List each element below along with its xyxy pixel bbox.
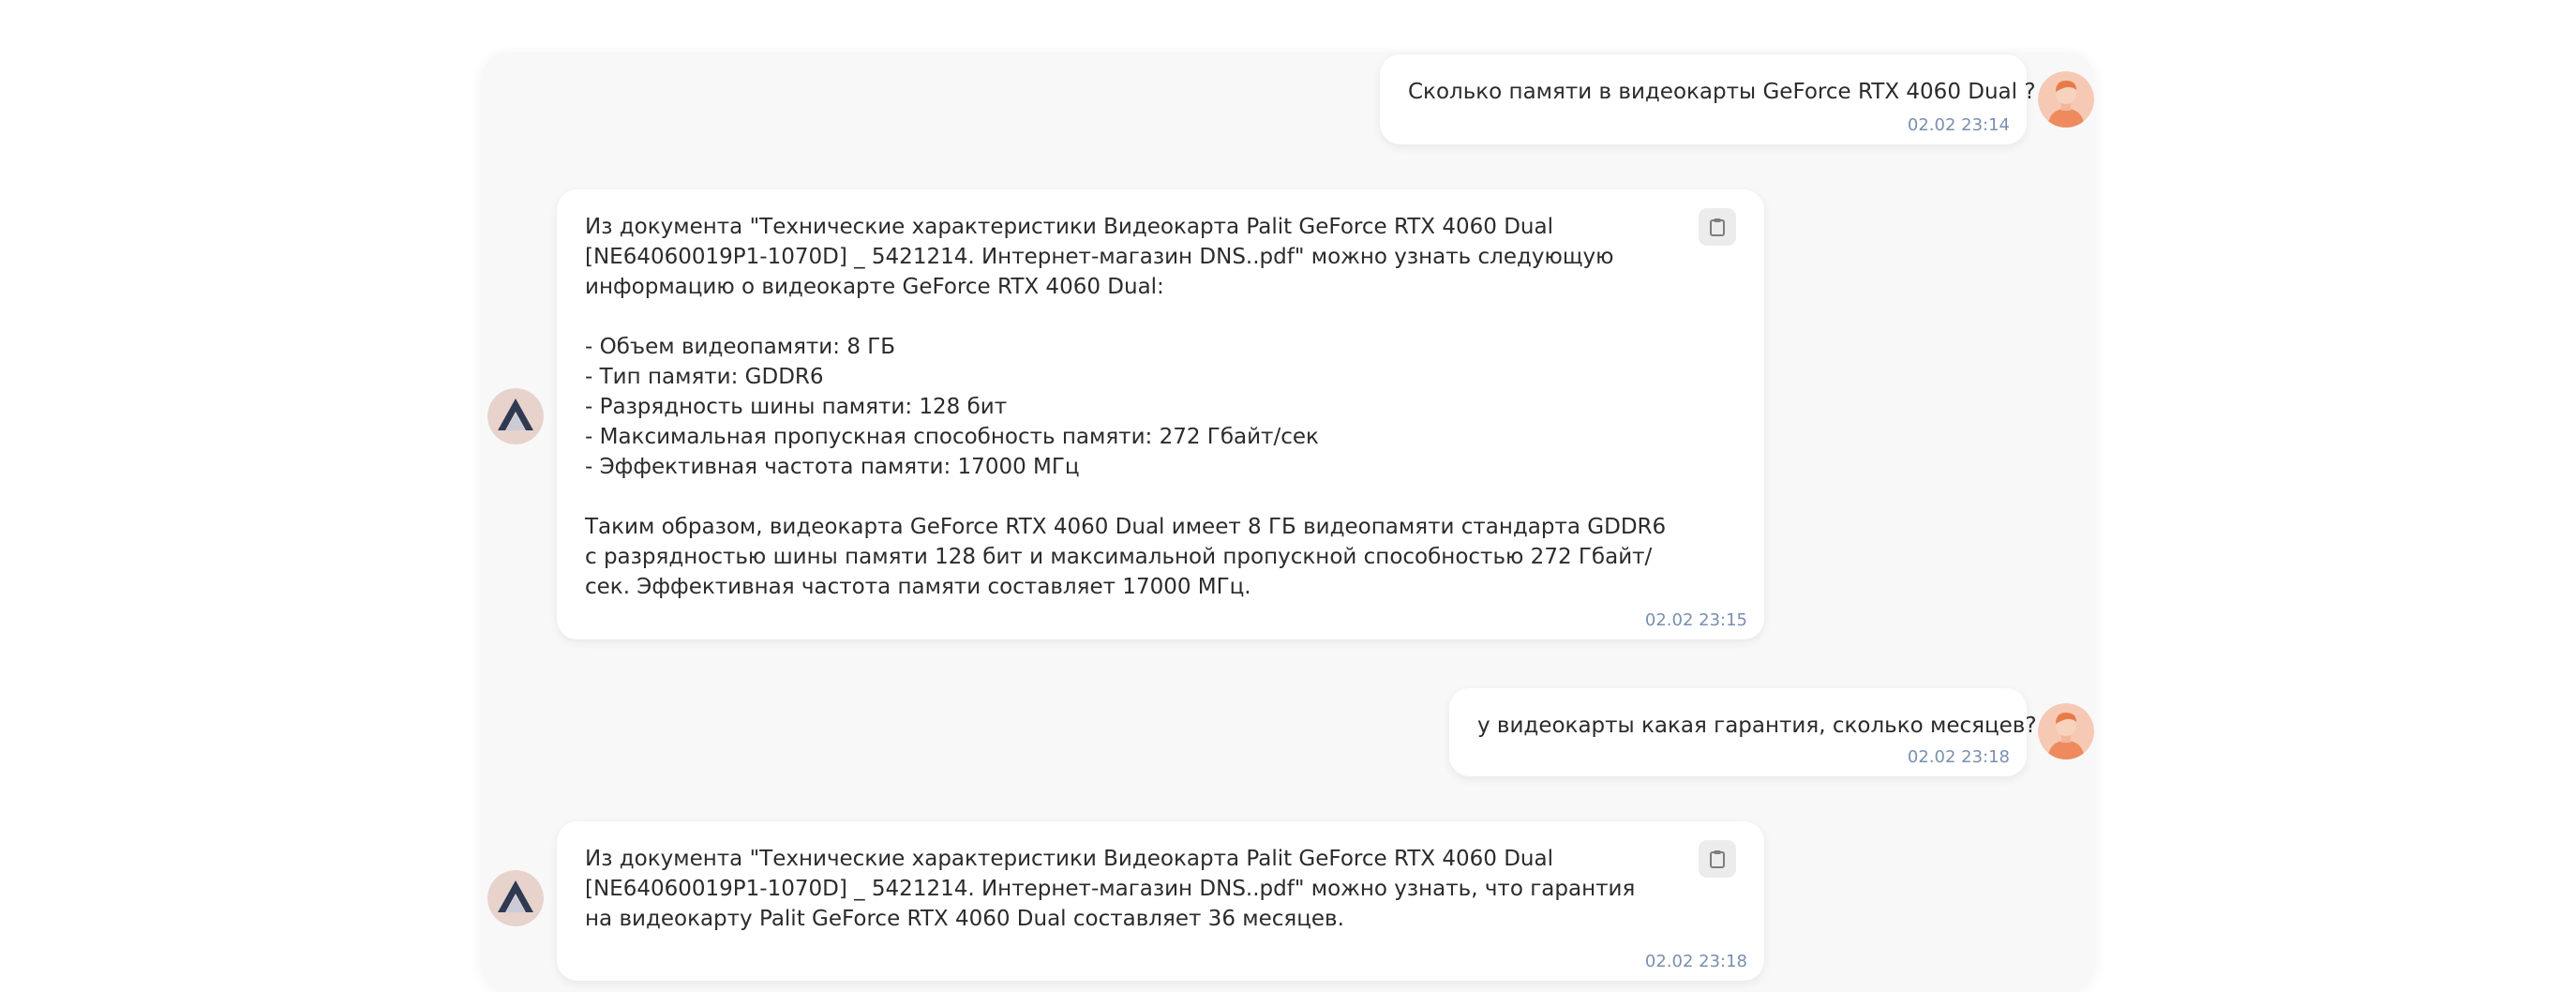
user-message-bubble: у видеокарты какая гарантия, сколько мес… [1449, 688, 2037, 776]
assistant-message-bubble: Из документа "Технические характеристики… [557, 189, 1764, 639]
bot-avatar-icon [487, 870, 544, 926]
assistant-message-bubble: Из документа "Технические характеристики… [557, 821, 1764, 981]
copy-button[interactable] [1699, 840, 1736, 878]
user-avatar-icon [2038, 703, 2094, 759]
message-text: Сколько памяти в видеокарты GeForce RTX … [1408, 80, 2036, 104]
clipboard-icon [1710, 850, 1725, 868]
user-message-bubble: Сколько памяти в видеокарты GeForce RTX … [1380, 54, 2036, 144]
chat-panel: Сколько памяти в видеокарты GeForce RTX … [482, 54, 2094, 992]
message-timestamp: 02.02 23:15 [1644, 610, 1747, 630]
message-timestamp: 02.02 23:18 [1907, 747, 2010, 767]
message-timestamp: 02.02 23:18 [1644, 952, 1747, 971]
message-text: Из документа "Технические характеристики… [585, 847, 1636, 931]
copy-button[interactable] [1699, 208, 1736, 246]
clipboard-icon [1710, 218, 1725, 236]
message-text: у видеокарты какая гарантия, сколько мес… [1477, 714, 2037, 738]
message-timestamp: 02.02 23:14 [1907, 115, 2010, 135]
bot-avatar-icon [487, 388, 544, 444]
user-avatar-icon [2038, 71, 2094, 128]
message-text: Из документа "Технические характеристики… [585, 215, 1667, 599]
